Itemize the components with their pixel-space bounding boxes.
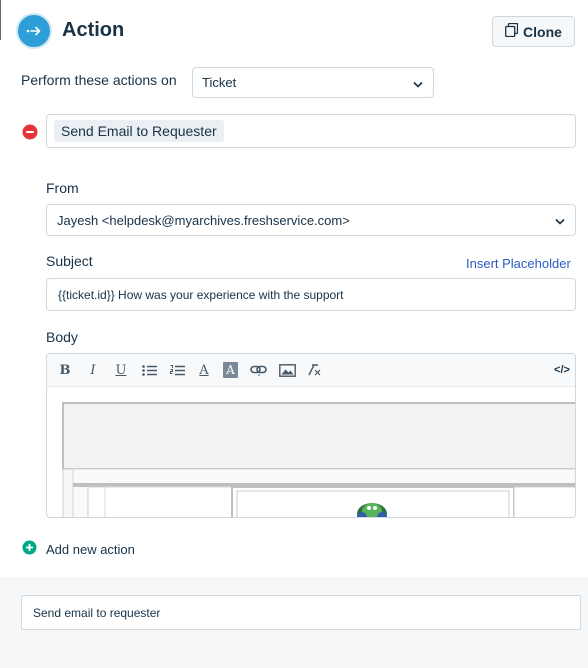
from-label: From <box>46 180 79 196</box>
image-icon[interactable] <box>278 362 296 378</box>
font-color-button[interactable]: A <box>197 362 211 378</box>
action-type-field[interactable]: Send Email to Requester <box>46 114 576 148</box>
page-title: Action <box>62 19 125 41</box>
entity-select[interactable]: Ticket <box>192 67 434 98</box>
bold-button[interactable]: B <box>58 362 72 378</box>
rule-name-section: Send email to requester <box>0 577 588 668</box>
entity-select-value: Ticket <box>202 75 237 90</box>
add-new-action-button[interactable]: Add new action <box>22 540 135 558</box>
subject-input[interactable]: {{ticket.id}} How was your experience wi… <box>46 278 576 311</box>
left-edge-border <box>0 0 1 40</box>
from-select-value: Jayesh <helpdesk@myarchives.freshservice… <box>57 212 350 228</box>
body-editor[interactable]: B I U A A </> <box>46 353 576 518</box>
rule-name-value: Send email to requester <box>33 605 161 620</box>
rule-name-input[interactable]: Send email to requester <box>21 595 581 630</box>
numbered-list-icon[interactable] <box>169 362 185 378</box>
email-template-preview <box>47 387 575 517</box>
action-icon <box>16 13 52 49</box>
perform-label: Perform these actions on <box>21 72 177 88</box>
add-new-action-label: Add new action <box>46 541 135 557</box>
underline-button[interactable]: U <box>114 362 128 378</box>
action-type-chip: Send Email to Requester <box>54 120 224 142</box>
link-icon[interactable] <box>250 362 268 378</box>
copy-icon <box>505 22 519 40</box>
remove-action-icon[interactable] <box>22 124 38 140</box>
subject-value: {{ticket.id}} How was your experience wi… <box>58 287 344 302</box>
clone-button[interactable]: Clone <box>492 16 575 47</box>
clear-formatting-icon[interactable] <box>306 362 322 378</box>
add-circle-icon <box>22 540 37 558</box>
insert-placeholder-link[interactable]: Insert Placeholder <box>466 256 571 271</box>
chevron-down-icon <box>555 213 565 228</box>
body-label: Body <box>46 329 78 345</box>
editor-toolbar: B I U A A </> <box>47 354 575 387</box>
background-color-button[interactable]: A <box>223 362 238 378</box>
chevron-down-icon <box>413 75 423 90</box>
clone-label: Clone <box>523 23 562 40</box>
subject-label: Subject <box>46 253 93 269</box>
italic-button[interactable]: I <box>86 362 100 378</box>
from-select[interactable]: Jayesh <helpdesk@myarchives.freshservice… <box>46 204 576 236</box>
source-code-button[interactable]: </> <box>552 362 572 378</box>
bullet-list-icon[interactable] <box>141 362 157 378</box>
